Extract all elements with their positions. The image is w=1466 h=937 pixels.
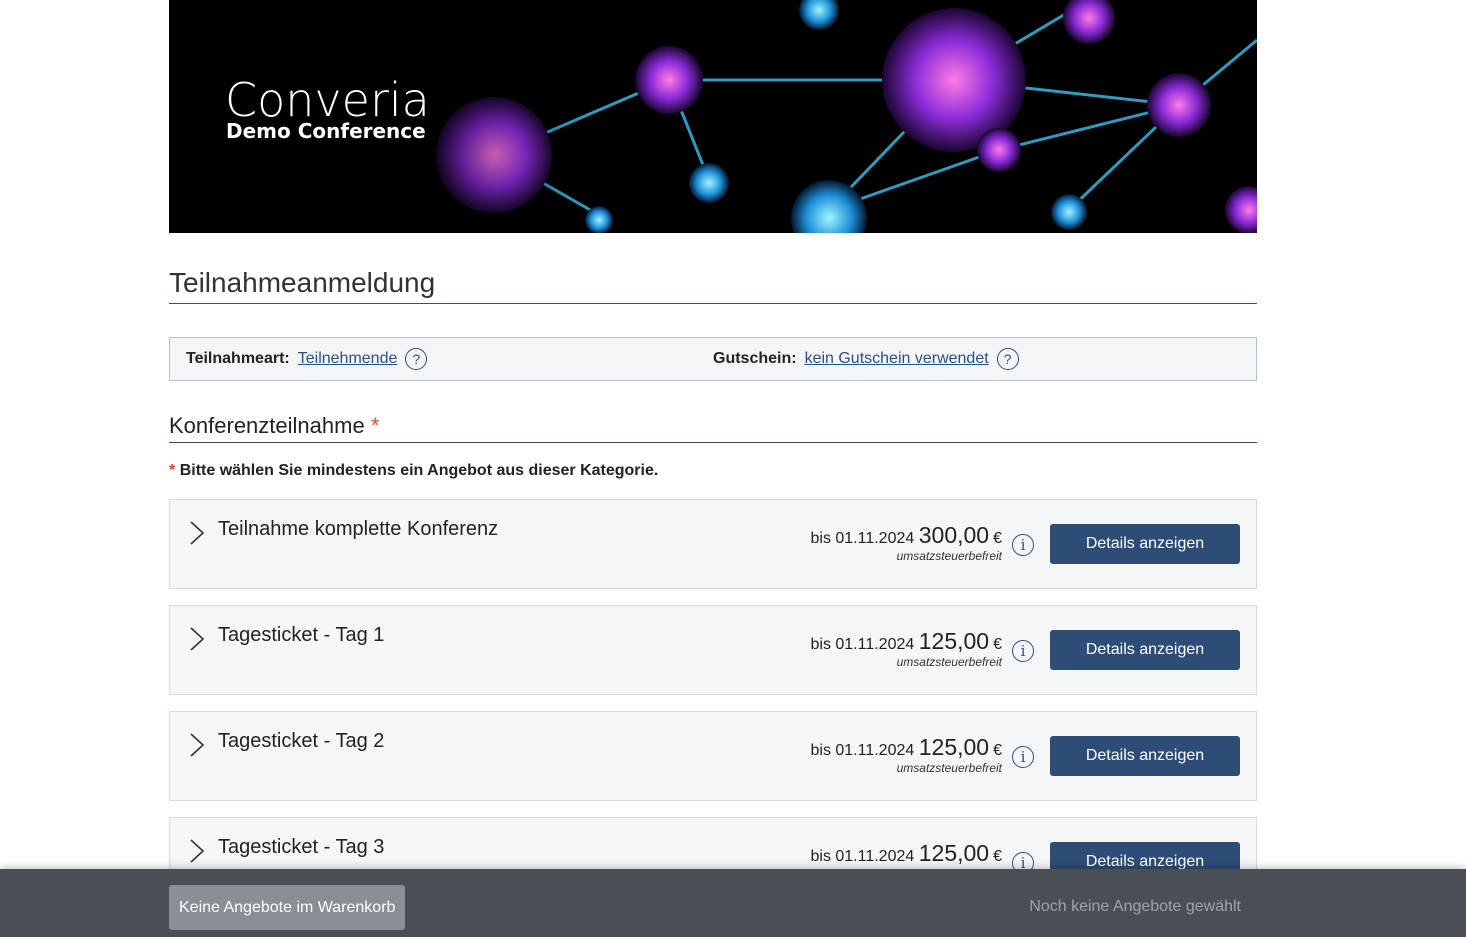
price-currency: € xyxy=(993,848,1002,865)
info-circle-icon[interactable]: i xyxy=(1012,746,1034,768)
conference-banner: Converia Demo Conference xyxy=(169,0,1257,233)
section-title: Konferenzteilnahme * xyxy=(169,412,1257,443)
offer-title: Tagesticket - Tag 2 xyxy=(218,730,385,752)
main-container: Converia Demo Conference Teilnahmeanmeld… xyxy=(169,0,1257,907)
registration-info-bar: Teilnahmeart: Teilnehmende ? Gutschein: … xyxy=(169,337,1257,381)
required-marker: * xyxy=(370,413,380,438)
offer-card: Tagesticket - Tag 1 bis 01.11.2024 125,0… xyxy=(169,605,1257,695)
price-amount: 125,00 xyxy=(918,628,990,654)
price-amount: 125,00 xyxy=(918,840,990,866)
offer-card: Tagesticket - Tag 2 bis 01.11.2024 125,0… xyxy=(169,711,1257,801)
chevron-right-icon[interactable] xyxy=(186,731,208,759)
section-hint-text: Bitte wählen Sie mindestens ein Angebot … xyxy=(179,462,659,479)
page-title: Teilnahmeanmeldung xyxy=(169,266,1257,304)
cart-status: Noch keine Angebote gewählt xyxy=(1029,898,1241,915)
brand-logo: Converia Demo Conference xyxy=(225,74,430,142)
price-amount: 300,00 xyxy=(918,522,990,548)
price-currency: € xyxy=(993,636,1002,653)
info-circle-icon[interactable]: i xyxy=(1012,640,1034,662)
info-circle-icon[interactable]: i xyxy=(1012,534,1034,556)
tax-note: umsatzsteuerbefreit xyxy=(896,761,1002,775)
section-hint: * Bitte wählen Sie mindestens ein Angebo… xyxy=(169,462,658,480)
cart-footer-bar: Keine Angebote im Warenkorb Noch keine A… xyxy=(0,869,1466,937)
price-block: bis 01.11.2024 300,00 € umsatzsteuerbefre… xyxy=(810,522,1002,563)
participation-type-link[interactable]: Teilnehmende xyxy=(298,350,398,368)
price-valid-until: bis 01.11.2024 xyxy=(810,636,915,653)
tax-note: umsatzsteuerbefreit xyxy=(896,549,1002,563)
question-circle-icon[interactable]: ? xyxy=(996,348,1019,370)
price-amount: 125,00 xyxy=(918,734,990,760)
brand-subtitle: Demo Conference xyxy=(226,119,426,143)
chevron-right-icon[interactable] xyxy=(186,519,208,547)
question-circle-icon[interactable]: ? xyxy=(405,348,428,370)
voucher-label: Gutschein: xyxy=(713,350,797,367)
details-button[interactable]: Details anzeigen xyxy=(1050,524,1240,564)
participation-type-label: Teilnahmeart: xyxy=(186,350,290,367)
registration-page: Converia Demo Conference Teilnahmeanmeld… xyxy=(0,0,1466,937)
price-block: bis 01.11.2024 125,00€ umsatzsteuerbefre… xyxy=(810,628,1002,669)
price-currency: € xyxy=(993,530,1002,547)
chevron-right-icon[interactable] xyxy=(186,837,208,865)
price-currency: € xyxy=(993,742,1002,759)
cart-button[interactable]: Keine Angebote im Warenkorb xyxy=(169,885,406,930)
offer-title: Tagesticket - Tag 3 xyxy=(218,836,385,858)
hint-required-marker: * xyxy=(169,462,176,479)
voucher-link[interactable]: kein Gutschein verwendet xyxy=(805,350,989,368)
participation-type: Teilnahmeart: Teilnehmende ? xyxy=(186,338,428,380)
price-valid-until: bis 01.11.2024 xyxy=(810,848,915,865)
offer-card: Teilnahme komplette Konferenz bis 01.11.… xyxy=(169,499,1257,589)
tax-note: umsatzsteuerbefreit xyxy=(896,655,1002,669)
voucher: Gutschein: kein Gutschein verwendet ? xyxy=(713,338,1019,380)
offer-title: Teilnahme komplette Konferenz xyxy=(218,518,499,540)
price-valid-until: bis 01.11.2024 xyxy=(810,530,915,547)
details-button[interactable]: Details anzeigen xyxy=(1050,630,1240,670)
price-block: bis 01.11.2024 125,00€ umsatzsteuerbefre… xyxy=(810,734,1002,775)
details-button[interactable]: Details anzeigen xyxy=(1050,736,1240,776)
price-valid-until: bis 01.11.2024 xyxy=(810,742,915,759)
section-title-text: Konferenzteilnahme xyxy=(169,413,365,438)
offer-title: Tagesticket - Tag 1 xyxy=(218,624,385,646)
chevron-right-icon[interactable] xyxy=(186,625,208,653)
